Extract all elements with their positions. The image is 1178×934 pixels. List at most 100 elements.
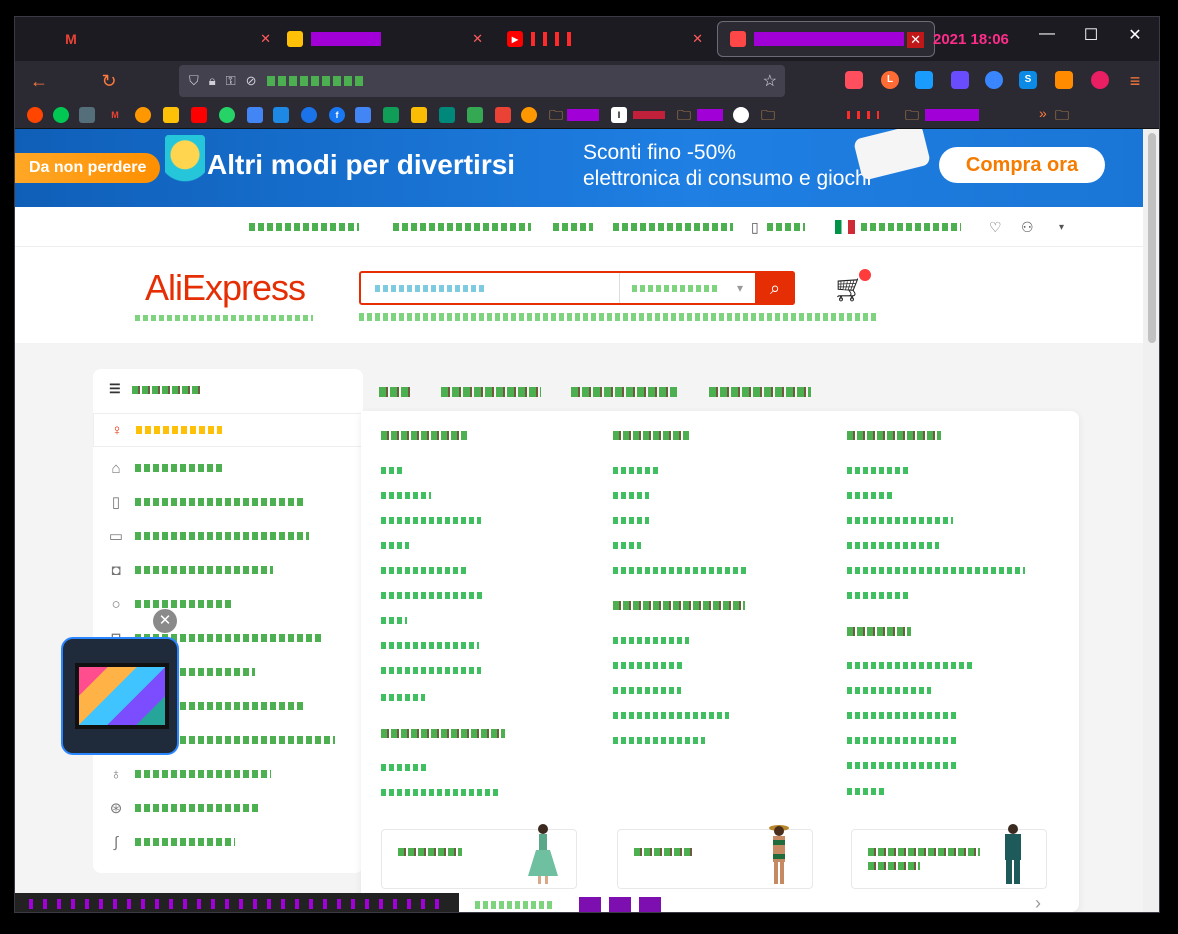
menu-link[interactable] — [847, 737, 959, 744]
topbar-link[interactable] — [767, 223, 805, 231]
docs-icon[interactable] — [355, 107, 371, 123]
menu-link[interactable] — [847, 517, 953, 524]
calendar-icon[interactable] — [273, 107, 289, 123]
gmail-icon[interactable]: M — [107, 107, 123, 123]
extension-box-icon[interactable] — [1055, 71, 1073, 89]
topbar-link[interactable] — [613, 223, 733, 231]
category-item[interactable]: ⌂ — [93, 451, 363, 485]
maximize-icon[interactable]: ☐ — [1071, 25, 1111, 45]
menu-column-heading[interactable] — [613, 431, 689, 440]
menu-link[interactable] — [613, 712, 729, 719]
drive-icon[interactable] — [411, 107, 427, 123]
menu-link[interactable] — [381, 617, 407, 624]
close-window-icon[interactable]: ✕ — [1115, 25, 1155, 45]
menu-link[interactable] — [613, 737, 705, 744]
close-tab-icon[interactable]: ✕ — [907, 32, 924, 48]
featured-tab[interactable] — [571, 387, 677, 397]
menu-link[interactable] — [847, 592, 909, 599]
menu-link[interactable] — [381, 517, 481, 524]
search-button[interactable]: ⌕ — [755, 271, 795, 305]
menu-link[interactable] — [381, 467, 403, 474]
bottom-links[interactable] — [475, 901, 555, 909]
category-item-active[interactable]: ♀ — [93, 413, 363, 447]
featured-tab[interactable] — [379, 387, 411, 397]
topbar-link[interactable] — [553, 223, 593, 231]
menu-link[interactable] — [847, 712, 959, 719]
topbar-link[interactable] — [393, 223, 531, 231]
menu-link[interactable] — [381, 592, 483, 599]
more-bookmarks-icon[interactable]: » — [1039, 105, 1047, 121]
tab-youtube[interactable]: ▶ ✕ — [495, 21, 713, 57]
promo-card-swimwear[interactable] — [617, 825, 813, 889]
category-item[interactable]: ▯ — [93, 485, 363, 519]
menu-link[interactable] — [381, 667, 481, 674]
facebook-icon[interactable]: f — [329, 107, 345, 123]
menu-link[interactable] — [381, 642, 479, 649]
language-currency-selector[interactable] — [861, 223, 961, 231]
close-tab-icon[interactable]: ✕ — [692, 31, 703, 47]
close-tab-icon[interactable]: ✕ — [260, 31, 271, 47]
extension-clock-icon[interactable] — [915, 71, 933, 89]
tab-aliexpress[interactable]: ✕ — [717, 21, 935, 57]
page-scrollbar[interactable] — [1143, 129, 1159, 912]
menu-link[interactable] — [847, 492, 895, 499]
user-icon[interactable]: ⚇ — [1021, 219, 1034, 236]
menu-icon[interactable]: ≡ — [1123, 69, 1147, 93]
menu-column-heading[interactable] — [381, 431, 467, 440]
shop-now-button[interactable]: Compra ora — [939, 147, 1105, 183]
floating-app-widget[interactable] — [61, 637, 179, 755]
menu-link[interactable] — [381, 492, 431, 499]
category-item[interactable]: ⊛ — [93, 791, 363, 825]
category-item[interactable]: ◘ — [93, 553, 363, 587]
featured-tab[interactable] — [709, 387, 811, 397]
bookmark-i-icon[interactable]: I — [611, 107, 627, 123]
menu-link[interactable] — [613, 517, 649, 524]
promo-card-suit[interactable] — [851, 824, 1047, 889]
menu-column-heading[interactable] — [381, 729, 505, 738]
tab-gmail[interactable]: M ✕ — [51, 21, 281, 57]
extension-grid-icon[interactable] — [951, 71, 969, 89]
heart-icon[interactable]: ♡ — [989, 219, 1002, 236]
bookmark-icon[interactable] — [163, 107, 179, 123]
menu-link[interactable] — [381, 694, 425, 701]
folder-icon[interactable]: 🗀 — [677, 105, 691, 129]
menu-link[interactable] — [381, 789, 499, 796]
close-floating-widget-button[interactable]: ✕ — [153, 609, 177, 633]
bottom-icons[interactable] — [579, 897, 669, 912]
folder-icon[interactable]: 🗀 — [1055, 105, 1069, 129]
category-item[interactable]: ▭ — [93, 519, 363, 553]
menu-link[interactable] — [381, 764, 427, 771]
menu-column-heading[interactable] — [613, 601, 745, 610]
bookmark-icon[interactable] — [495, 107, 511, 123]
menu-link[interactable] — [381, 542, 409, 549]
globe-icon[interactable] — [521, 107, 537, 123]
menu-link[interactable] — [847, 762, 959, 769]
sheets-icon[interactable] — [383, 107, 399, 123]
menu-link[interactable] — [847, 567, 1025, 574]
folder-icon[interactable]: 🗀 — [549, 105, 563, 129]
menu-link[interactable] — [847, 788, 887, 795]
chevron-right-icon[interactable]: › — [1035, 893, 1041, 912]
bookmark-circle-icon[interactable] — [733, 107, 749, 123]
category-item[interactable]: ○ — [93, 587, 363, 621]
bookmark-star-icon[interactable]: ☆ — [763, 71, 777, 91]
back-arrow-icon[interactable]: ← — [27, 69, 51, 93]
menu-link[interactable] — [613, 467, 661, 474]
reddit-icon[interactable] — [27, 107, 43, 123]
pocket-icon[interactable] — [845, 71, 863, 89]
youtube-icon[interactable] — [191, 107, 207, 123]
minimize-icon[interactable]: — — [1027, 25, 1067, 43]
reload-icon[interactable]: ↻ — [97, 69, 121, 93]
skype-icon[interactable]: S — [1019, 71, 1037, 89]
translate-icon[interactable] — [247, 107, 263, 123]
promo-card-dress[interactable] — [381, 824, 577, 889]
menu-link[interactable] — [613, 662, 685, 669]
menu-column-heading[interactable] — [847, 431, 941, 440]
aliexpress-logo[interactable]: AliExpress — [145, 267, 306, 309]
menu-link[interactable] — [847, 542, 939, 549]
menu-link[interactable] — [847, 662, 975, 669]
globe-icon[interactable] — [135, 107, 151, 123]
menu-link[interactable] — [613, 492, 649, 499]
promo-banner[interactable]: Da non perdere Altri modi per divertirsi… — [15, 129, 1143, 207]
whatsapp-icon[interactable] — [219, 107, 235, 123]
